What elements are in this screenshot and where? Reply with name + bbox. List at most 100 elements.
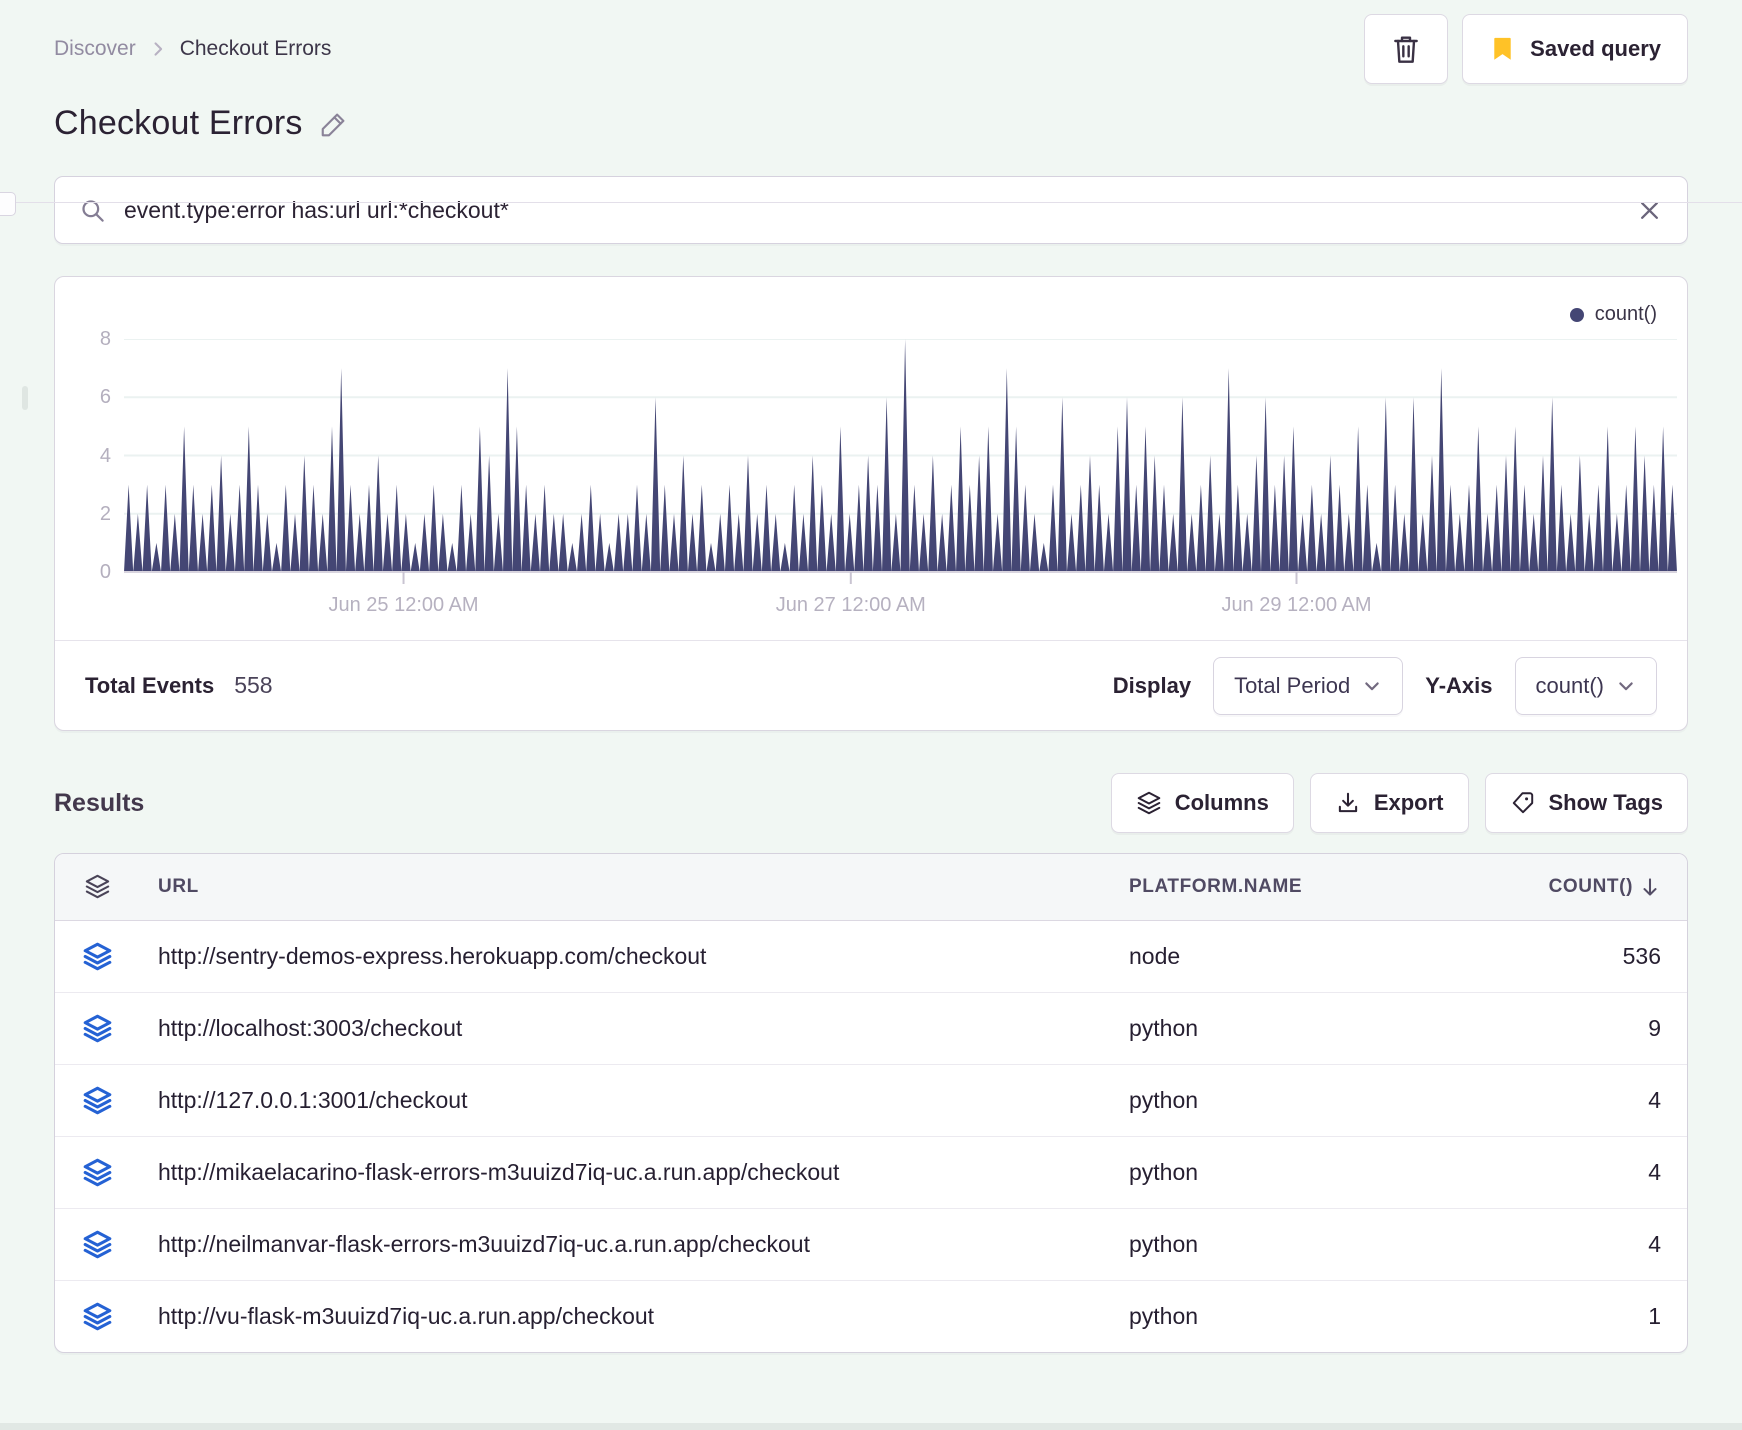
clear-search-button[interactable] [1636, 197, 1663, 224]
row-layers-icon[interactable] [55, 991, 139, 1064]
search-bar[interactable]: event.type:error has:url url:*checkout* [54, 176, 1688, 244]
columns-label: Columns [1174, 790, 1269, 815]
platform-cell: python [1129, 1063, 1511, 1136]
left-edge-tab [0, 192, 16, 216]
platform-cell: python [1129, 1135, 1511, 1208]
table-row[interactable]: http://mikaelacarino-flask-errors-m3uuiz… [55, 1135, 1687, 1208]
y-axis-tick-label: 0 [99, 561, 111, 583]
search-icon [79, 197, 106, 224]
column-header-url[interactable]: URL [139, 854, 1129, 921]
platform-cell: node [1129, 942, 1181, 969]
download-icon [1335, 790, 1361, 816]
events-chart-panel: count() 0 2 4 6 8 Jun 25 12:00 AM Jun 27 12:0… [54, 276, 1688, 731]
chart-panel-footer: Total Events 558 Display Total Period Y-… [55, 640, 1687, 730]
yaxis-dropdown-value: count() [1535, 672, 1604, 698]
url-cell: http://vu-flask-m3uuizd7iq-uc.a.run.app/… [139, 1279, 1129, 1352]
page-title: Checkout Errors [54, 104, 303, 142]
chart-controls: Display Total Period Y-Axis count() [1112, 656, 1657, 715]
title-row: Checkout Errors [54, 104, 1688, 143]
y-axis-tick-label: 8 [99, 328, 111, 350]
delete-query-button[interactable] [1364, 13, 1449, 84]
results-actions: Columns Export Show Tags [1110, 773, 1688, 833]
breadcrumb-current: Checkout Errors [179, 36, 332, 60]
row-layers-icon[interactable] [55, 1063, 139, 1136]
y-axis-tick-label: 6 [99, 386, 111, 409]
url-cell: http://sentry-demos-express.herokuapp.co… [158, 942, 707, 969]
chart-canvas [124, 339, 1677, 584]
breadcrumb-discover-link[interactable]: Discover [54, 37, 136, 61]
url-cell: http://localhost:3003/checkout [139, 991, 1129, 1064]
export-button[interactable]: Export [1309, 773, 1469, 833]
table-row[interactable]: http://localhost:3003/checkout python 9 [55, 991, 1687, 1064]
header-layers-icon-cell [55, 854, 139, 921]
platform-cell: python [1129, 1279, 1511, 1352]
chevron-right-icon [148, 39, 168, 59]
table-header-row: URL PLATFORM.NAME COUNT() [55, 854, 1687, 921]
table-row[interactable]: http://sentry-demos-express.herokuapp.co… [55, 920, 1687, 992]
close-icon [1636, 197, 1663, 224]
column-header-count[interactable]: COUNT() [1511, 854, 1687, 921]
top-bar: Discover Checkout Errors Saved query [0, 0, 1742, 84]
chart-legend-item[interactable]: count() [1569, 303, 1657, 326]
display-dropdown[interactable]: Total Period [1213, 656, 1404, 715]
legend-label: count() [1594, 303, 1657, 325]
show-tags-label: Show Tags [1548, 790, 1664, 815]
row-layers-icon[interactable] [55, 1135, 139, 1208]
count-cell: 4 [1511, 1135, 1687, 1208]
y-axis-tick-label: 4 [99, 444, 111, 467]
platform-cell: python [1129, 991, 1511, 1064]
search-query-input[interactable]: event.type:error has:url url:*checkout* [124, 197, 509, 224]
sort-descending-icon [1639, 876, 1661, 898]
discover-page: Discover Checkout Errors Saved query Che… [0, 0, 1742, 1430]
total-events-value: 558 [234, 672, 273, 698]
yaxis-label: Y-Axis [1425, 672, 1493, 698]
count-cell: 4 [1511, 1063, 1687, 1136]
table-row[interactable]: http://vu-flask-m3uuizd7iq-uc.a.run.app/… [55, 1279, 1687, 1352]
export-label: Export [1373, 790, 1444, 815]
tag-icon [1510, 790, 1536, 816]
show-tags-button[interactable]: Show Tags [1484, 773, 1688, 833]
chevron-down-icon [1362, 676, 1382, 696]
bookmark-icon [1489, 35, 1516, 62]
chevron-down-icon [1616, 676, 1636, 696]
results-toolbar: Results Columns Export Show Tags [54, 773, 1688, 833]
count-cell: 1 [1511, 1279, 1687, 1352]
display-dropdown-value: Total Period [1234, 672, 1351, 698]
y-axis-tick-label: 2 [99, 502, 111, 525]
edit-title-button[interactable] [319, 109, 349, 139]
table-row[interactable]: http://127.0.0.1:3001/checkout python 4 [55, 1063, 1687, 1136]
columns-button[interactable]: Columns [1110, 773, 1294, 833]
layers-icon [1136, 790, 1162, 816]
row-layers-icon[interactable] [55, 1207, 139, 1280]
total-events: Total Events 558 [85, 672, 273, 699]
page-bottom-edge [0, 1423, 1742, 1430]
yaxis-dropdown[interactable]: count() [1514, 656, 1657, 715]
legend-dot [1569, 307, 1584, 322]
count-cell: 9 [1511, 991, 1687, 1064]
count-cell: 536 [1622, 942, 1661, 969]
count-header-label: COUNT() [1548, 875, 1633, 897]
left-edge-mark [22, 386, 28, 410]
url-cell: http://mikaelacarino-flask-errors-m3uuiz… [139, 1135, 1129, 1208]
top-actions: Saved query [1364, 13, 1688, 84]
url-cell: http://neilmanvar-flask-errors-m3uuizd7i… [139, 1207, 1129, 1280]
error-count-spike-chart[interactable] [124, 339, 1677, 586]
platform-cell: python [1129, 1207, 1511, 1280]
row-layers-icon[interactable] [55, 1279, 139, 1352]
results-table: URL PLATFORM.NAME COUNT() http://sentry-… [54, 853, 1688, 1353]
url-cell: http://127.0.0.1:3001/checkout [139, 1063, 1129, 1136]
x-axis-tick-label: Jun 27 12:00 AM [775, 594, 926, 616]
column-header-platform[interactable]: PLATFORM.NAME [1129, 854, 1511, 921]
pencil-icon [319, 109, 349, 139]
header-divider [0, 202, 1742, 203]
saved-query-label: Saved query [1530, 35, 1661, 61]
row-layers-icon[interactable] [55, 920, 139, 992]
trash-icon [1390, 33, 1422, 65]
table-row[interactable]: http://neilmanvar-flask-errors-m3uuizd7i… [55, 1207, 1687, 1280]
results-heading: Results [54, 788, 145, 817]
breadcrumb: Discover Checkout Errors [54, 37, 331, 61]
total-events-label: Total Events [85, 673, 215, 698]
display-label: Display [1112, 672, 1192, 698]
saved-query-button[interactable]: Saved query [1462, 13, 1688, 84]
layers-icon [84, 875, 111, 899]
